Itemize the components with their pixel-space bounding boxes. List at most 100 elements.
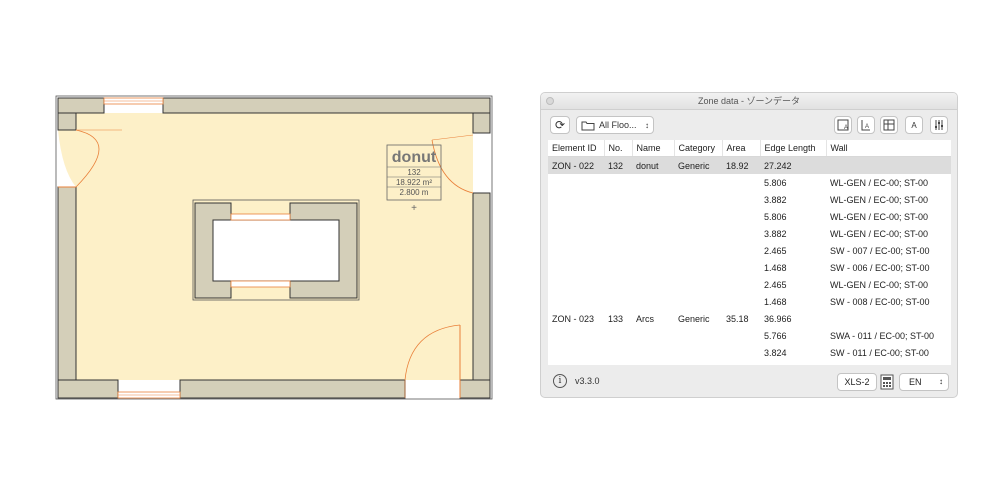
table-row[interactable]: 1.468 SW - 008 / EC-00; ST-00 xyxy=(548,293,951,310)
table-cell-name xyxy=(632,242,674,259)
zone-table[interactable]: Element ID No. Name Category Area Edge L… xyxy=(548,140,951,365)
table-cell-edge: 5.845 xyxy=(760,361,826,366)
table-row[interactable]: 2.465 SW - 007 / EC-00; ST-00 xyxy=(548,242,951,259)
table-cell-area xyxy=(722,293,760,310)
column-header-element-id[interactable]: Element ID xyxy=(548,140,604,157)
table-cell-area xyxy=(722,242,760,259)
table-cell-wall: WL-GEN / EC-00; ST-00 xyxy=(830,194,929,205)
settings-button[interactable] xyxy=(930,116,948,134)
table-cell-wall: WL-GEN / EC-00; ST-00 xyxy=(830,211,929,222)
zone-stamp-button[interactable]: A xyxy=(834,116,852,134)
table-cell-name xyxy=(632,293,674,310)
table-cell-wall: SW - 006 / EC-00; ST-00 xyxy=(830,262,930,273)
table-cell-area: 18.92 xyxy=(722,156,760,174)
zone-stamp-crosshair: + xyxy=(411,203,417,214)
table-cell-no: 132 xyxy=(604,156,632,174)
table-cell-area xyxy=(722,174,760,191)
calculator-icon[interactable] xyxy=(880,373,894,391)
table-label-button[interactable] xyxy=(880,116,898,134)
inner-window-bottom xyxy=(230,280,291,288)
table-cell-no xyxy=(604,361,632,365)
table-cell-id: ZON - 022 xyxy=(548,156,604,174)
table-cell-no xyxy=(604,191,632,208)
floor-select-value: All Floo... xyxy=(599,120,637,130)
table-row[interactable]: 5.806 WL-GEN / EC-00; ST-00 xyxy=(548,208,951,225)
table-row[interactable]: 3.882 WL-GEN / EC-00; ST-00 xyxy=(548,191,951,208)
table-cell-wall: WL-GEN / EC-00; ST-00 xyxy=(830,228,929,239)
table-row[interactable]: 3.824 SW - 011 / EC-00; ST-00 xyxy=(548,344,951,361)
table-cell-category xyxy=(674,242,722,259)
table-cell-area xyxy=(722,344,760,361)
table-cell-category xyxy=(674,174,722,191)
table-cell-edge: 36.966 xyxy=(764,313,792,324)
table-cell-id xyxy=(548,344,604,361)
table-cell-wall: WL-GEN / EC-00; ST-00 xyxy=(830,279,929,290)
table-cell-id xyxy=(548,225,604,242)
zone-stamp-area: 18.922 m² xyxy=(396,178,432,187)
wall-right-main xyxy=(472,192,491,399)
table-cell-edge: 3.882 xyxy=(764,228,787,239)
wall-top-right xyxy=(162,97,491,114)
zone-stamp-icon: A xyxy=(837,119,849,131)
table-cell-name xyxy=(632,327,674,344)
table-cell-wall xyxy=(826,156,951,174)
refresh-icon: ⟳ xyxy=(554,118,566,132)
palette-titlebar[interactable]: Zone data - ゾーンデータ xyxy=(541,93,957,110)
chevron-updown-icon: ↕ xyxy=(939,377,943,386)
wall-top-left xyxy=(57,97,105,114)
table-cell-category xyxy=(674,276,722,293)
column-header-no[interactable]: No. xyxy=(603,140,632,157)
column-header-category[interactable]: Category xyxy=(673,140,722,157)
column-header-name[interactable]: Name xyxy=(631,140,674,157)
text-icon: A xyxy=(911,120,917,130)
wall-bottom-right xyxy=(459,379,491,399)
refresh-button[interactable]: ⟳ xyxy=(550,116,570,134)
info-icon[interactable]: i xyxy=(553,374,567,388)
wall-right-top xyxy=(472,112,491,134)
table-cell-id xyxy=(548,293,604,310)
table-cell-edge: 2.465 xyxy=(764,245,787,256)
table-cell-area xyxy=(722,259,760,276)
table-cell-edge: 1.468 xyxy=(764,296,787,307)
column-header-wall[interactable]: Wall xyxy=(825,140,951,157)
table-cell-id xyxy=(548,191,604,208)
table-cell-no: 133 xyxy=(608,313,624,324)
table-cell-area: 35.18 xyxy=(726,313,749,324)
table-row[interactable]: ZON - 023 133 Arcs Generic 35.18 36.966 xyxy=(548,310,951,327)
zone-data-palette: Zone data - ゾーンデータ ⟳ All Floo... ↕ A A A… xyxy=(540,92,958,398)
table-row[interactable]: 5.766 SWA - 011 / EC-00; ST-00 xyxy=(548,327,951,344)
close-window-button[interactable] xyxy=(546,97,554,105)
language-select[interactable]: EN ↕ xyxy=(899,373,949,391)
table-cell-id xyxy=(548,259,604,276)
table-cell-name xyxy=(632,174,674,191)
table-cell-wall: SWA - 012 / EC-00; ST-00 xyxy=(826,361,951,366)
column-header-edge-length[interactable]: Edge Length xyxy=(759,140,826,157)
svg-text:A: A xyxy=(844,125,848,131)
table-cell-no xyxy=(604,276,632,293)
table-cell-area xyxy=(722,276,760,293)
table-cell-name xyxy=(632,191,674,208)
column-header-area[interactable]: Area xyxy=(721,140,760,157)
text-button[interactable]: A xyxy=(905,116,923,134)
table-row[interactable]: 5.845SWA - 012 / EC-00; ST-00 xyxy=(548,361,951,366)
export-xls-button[interactable]: XLS-2 xyxy=(837,373,877,391)
chevron-updown-icon: ↕ xyxy=(645,120,649,130)
table-row[interactable]: 5.806 WL-GEN / EC-00; ST-00 xyxy=(548,174,951,191)
table-row[interactable]: 2.465 WL-GEN / EC-00; ST-00 xyxy=(548,276,951,293)
palette-footer: i v3.3.0 XLS-2 EN ↕ xyxy=(541,367,957,397)
table-cell-name xyxy=(632,276,674,293)
table-cell-edge: 5.806 xyxy=(764,177,787,188)
table-cell-edge: 5.766 xyxy=(764,330,787,341)
table-cell-wall: SW - 007 / EC-00; ST-00 xyxy=(830,245,930,256)
table-row[interactable]: ZON - 022 132 donut Generic 18.92 27.242 xyxy=(548,156,951,174)
floor-select[interactable]: All Floo... ↕ xyxy=(576,116,654,134)
table-cell-category xyxy=(674,344,722,361)
table-cell-name xyxy=(632,361,674,365)
label-button[interactable]: A xyxy=(857,116,875,134)
table-cell-id xyxy=(548,327,604,344)
table-cell-area xyxy=(722,225,760,242)
table-row[interactable]: 1.468 SW - 006 / EC-00; ST-00 xyxy=(548,259,951,276)
label-icon: A xyxy=(861,120,870,131)
table-row[interactable]: 3.882 WL-GEN / EC-00; ST-00 xyxy=(548,225,951,242)
folder-icon xyxy=(581,121,595,130)
